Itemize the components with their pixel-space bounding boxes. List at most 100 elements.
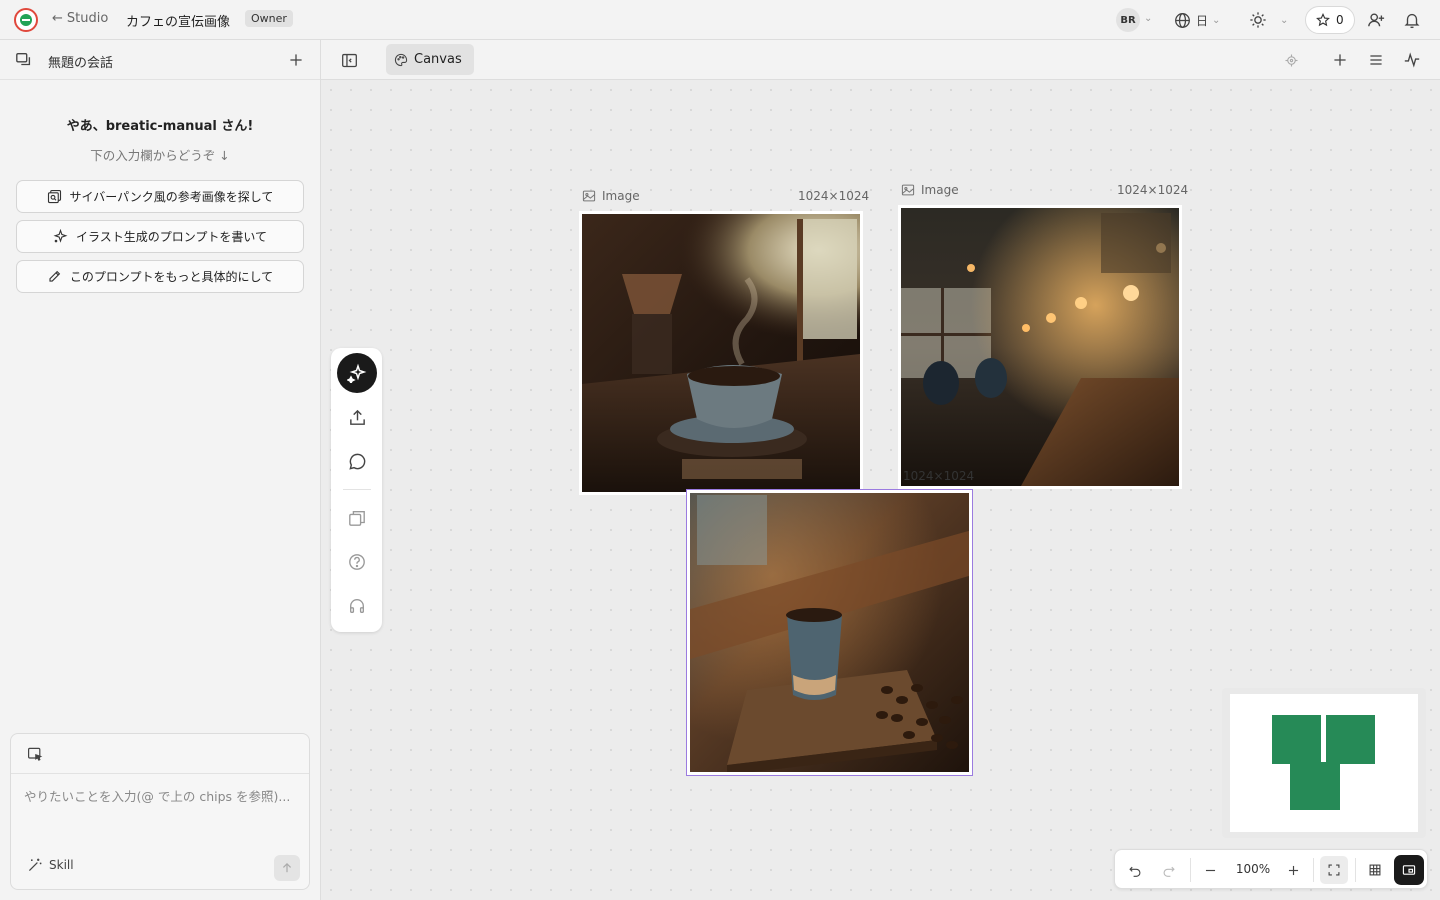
redo-button[interactable]: [1155, 856, 1183, 884]
toolbar-divider: [1190, 858, 1191, 882]
arrow-left-icon: ←: [52, 11, 63, 26]
locate-icon[interactable]: [1281, 50, 1301, 70]
star-icon: [1316, 13, 1330, 27]
image-node-coffee-beans[interactable]: [686, 489, 973, 776]
sun-icon: [1248, 10, 1268, 30]
attach-canvas-icon[interactable]: [25, 744, 45, 764]
chip-label: このプロンプトをもっと具体的にして: [69, 270, 274, 284]
bell-icon[interactable]: [1402, 10, 1422, 30]
pencil-icon: [47, 269, 62, 284]
conversations-icon[interactable]: [14, 50, 34, 70]
language-selector[interactable]: 日 ⌄: [1172, 10, 1220, 30]
fit-to-screen-button[interactable]: [1320, 856, 1348, 884]
ai-generate-button[interactable]: [337, 353, 377, 393]
undo-icon: [1128, 863, 1142, 877]
image-node-label: Image: [901, 183, 959, 197]
chip-label: サイバーパンク風の参考画像を探して: [69, 190, 274, 204]
send-button[interactable]: [274, 855, 300, 881]
image-icon: [582, 189, 596, 203]
minus-icon: [1204, 864, 1217, 877]
menu-icon[interactable]: [1366, 50, 1386, 70]
theme-toggle[interactable]: ⌄: [1248, 10, 1288, 30]
zoom-in-button[interactable]: [1279, 856, 1307, 884]
composer-toolbar: [11, 734, 309, 774]
activity-icon[interactable]: [1402, 50, 1422, 70]
suggestion-chip-refine[interactable]: このプロンプトをもっと具体的にして: [16, 260, 304, 293]
image-label-text: Image: [602, 189, 640, 203]
greeting-heading: やあ、breatic-manual さん!: [66, 119, 254, 134]
undo-button[interactable]: [1121, 856, 1149, 884]
coffee-window-image: [582, 214, 860, 492]
chevron-down-icon: ⌄: [1212, 14, 1221, 26]
image-size-overlay-label: 1024×1024: [903, 469, 975, 483]
fullscreen-icon: [1327, 863, 1341, 877]
minimap-node: [1290, 762, 1340, 810]
role-badge: Owner: [245, 10, 293, 27]
skill-label: Skill: [49, 858, 74, 872]
image-node-cafe-interior[interactable]: [898, 205, 1182, 489]
chat-composer: やりたいことを入力(@ で上の chips を参照)... Skill: [10, 733, 310, 890]
app-logo[interactable]: [14, 8, 38, 32]
minimap-toggle-button[interactable]: [1394, 855, 1424, 885]
headphones-icon: [348, 597, 366, 615]
sidebar-header: 無題の会話: [0, 40, 320, 80]
globe-icon: [1172, 10, 1192, 30]
copy-icon: [348, 509, 366, 527]
suggestion-chip-cyberpunk[interactable]: サイバーパンク風の参考画像を探して: [16, 180, 304, 213]
coffee-beans-image: [687, 490, 972, 775]
back-label: Studio: [66, 11, 109, 26]
chat-bubble-icon: [348, 452, 367, 471]
copy-button[interactable]: [337, 498, 377, 538]
zoom-level[interactable]: 100%: [1235, 862, 1271, 876]
tool-rail: [331, 348, 382, 632]
cafe-interior-image: [901, 208, 1179, 486]
zoom-toolbar: 100%: [1114, 849, 1428, 889]
help-button[interactable]: [337, 542, 377, 582]
magic-wand-icon: [27, 857, 43, 873]
image-node-label: Image: [582, 189, 640, 203]
credits-button[interactable]: 0: [1305, 6, 1355, 34]
sparkle-icon: [53, 229, 68, 244]
new-conversation-icon[interactable]: [286, 50, 306, 70]
minimap[interactable]: [1222, 688, 1426, 838]
chevron-down-icon[interactable]: ⌄: [1144, 13, 1152, 24]
comment-button[interactable]: [337, 441, 377, 481]
support-button[interactable]: [337, 586, 377, 626]
tab-canvas[interactable]: Canvas: [386, 44, 474, 75]
upload-button[interactable]: [337, 397, 377, 437]
toolbar-divider: [1355, 858, 1356, 882]
palette-icon: [394, 53, 408, 67]
avatar[interactable]: BR: [1116, 8, 1140, 32]
rail-divider: [343, 489, 371, 490]
plus-icon: [1287, 864, 1300, 877]
image-icon: [901, 183, 915, 197]
minimap-icon: [1402, 863, 1416, 877]
grid-toggle-button[interactable]: [1361, 856, 1389, 884]
image-node-coffee-window[interactable]: [579, 211, 863, 495]
minimap-node: [1272, 715, 1321, 764]
help-icon: [348, 553, 366, 571]
skill-button[interactable]: Skill: [27, 857, 74, 873]
suggestion-chip-illustration[interactable]: イラスト生成のプロンプトを書いて: [16, 220, 304, 253]
zoom-out-button[interactable]: [1196, 856, 1224, 884]
project-title[interactable]: カフェの宣伝画像: [126, 11, 230, 30]
conversation-title[interactable]: 無題の会話: [48, 52, 113, 71]
language-label: 日: [1196, 13, 1209, 28]
chip-label: イラスト生成のプロンプトを書いて: [75, 230, 268, 244]
image-label-text: Image: [921, 183, 959, 197]
chat-sidebar: 無題の会話 やあ、breatic-manual さん! 下の入力欄からどうぞ ↓…: [0, 40, 321, 900]
minimap-node: [1326, 715, 1375, 764]
canvas-header: Canvas: [321, 40, 1440, 80]
tab-label: Canvas: [414, 52, 462, 67]
plus-icon[interactable]: [1330, 50, 1350, 70]
toggle-sidebar-icon[interactable]: [339, 50, 359, 70]
add-user-icon[interactable]: [1366, 10, 1386, 30]
redo-icon: [1162, 863, 1176, 877]
top-bar: ← Studio カフェの宣伝画像 Owner BR ⌄ 日 ⌄ ⌄ 0: [0, 0, 1440, 40]
greeting-subtext: 下の入力欄からどうぞ ↓: [90, 148, 230, 163]
arrow-up-icon: [281, 862, 293, 874]
chat-input[interactable]: やりたいことを入力(@ で上の chips を参照)...: [24, 786, 299, 805]
back-to-studio-link[interactable]: ← Studio: [52, 11, 108, 26]
grid-icon: [1368, 863, 1382, 877]
chevron-down-icon: ⌄: [1280, 14, 1289, 26]
